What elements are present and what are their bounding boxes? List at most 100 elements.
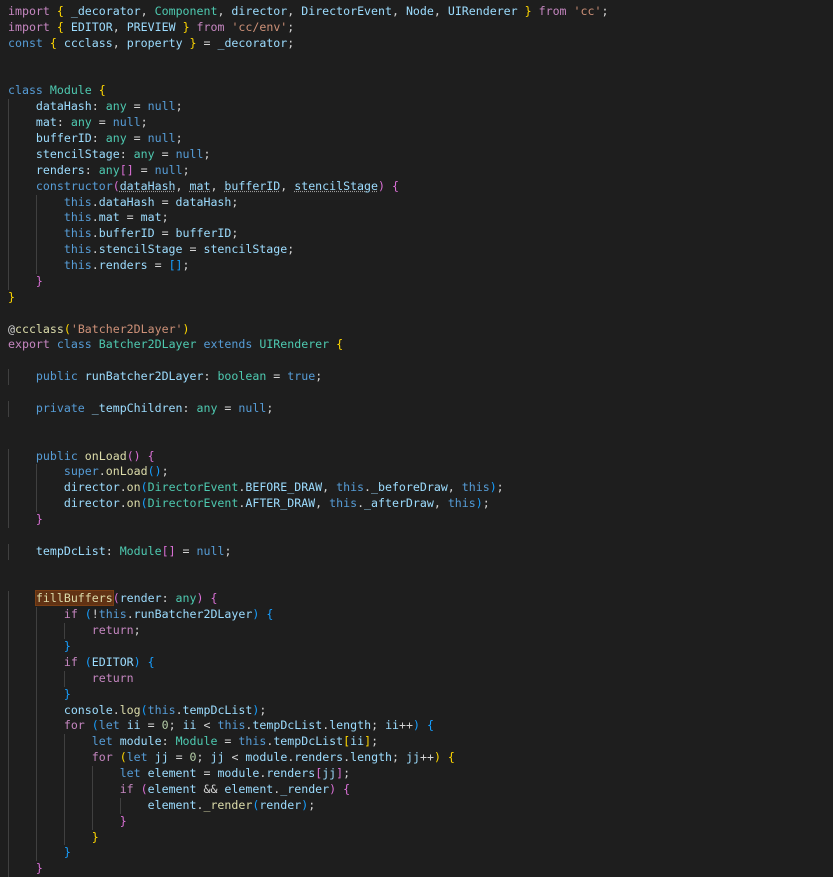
- code-line[interactable]: import { _decorator, Component, director…: [0, 4, 833, 20]
- code-line[interactable]: if (EDITOR) {: [0, 654, 833, 671]
- indent-guide: [8, 797, 9, 814]
- code-token: on: [126, 480, 141, 495]
- indent-guide: [8, 115, 9, 131]
- code-line[interactable]: super.onLoad();: [0, 464, 833, 481]
- code-line[interactable]: return: [0, 670, 833, 687]
- code-token: }: [119, 813, 127, 828]
- code-token: jj: [322, 766, 337, 780]
- code-line[interactable]: for (let ii = 0; ii < this.tempDcList.le…: [0, 718, 833, 735]
- code-token: tempDcList: [35, 543, 106, 558]
- code-token: =: [266, 369, 288, 384]
- indent-guide: [8, 131, 9, 147]
- code-line[interactable]: [0, 417, 833, 433]
- code-line[interactable]: this.renders = [];: [0, 258, 833, 274]
- code-line[interactable]: let module: Module = this.tempDcList[ii]…: [0, 734, 833, 751]
- code-line[interactable]: this.mat = mat;: [0, 210, 833, 227]
- code-line[interactable]: }: [0, 686, 833, 703]
- code-line[interactable]: tempDcList: Module[] = null;: [0, 543, 833, 560]
- code-token: class: [56, 337, 92, 352]
- code-line[interactable]: [0, 68, 833, 84]
- code-line[interactable]: director.on(DirectorEvent.AFTER_DRAW, th…: [0, 496, 833, 512]
- code-line[interactable]: if (element && element._render) {: [0, 781, 833, 798]
- code-line[interactable]: [0, 385, 833, 401]
- code-token: property: [126, 35, 183, 50]
- code-token: :: [203, 369, 218, 384]
- code-line[interactable]: director.on(DirectorEvent.BEFORE_DRAW, t…: [0, 480, 833, 497]
- code-line[interactable]: import { EDITOR, PREVIEW } from 'cc/env'…: [0, 20, 833, 36]
- code-line[interactable]: public onLoad() {: [0, 448, 833, 465]
- code-line[interactable]: constructor(dataHash, mat, bufferID, ste…: [0, 178, 833, 195]
- code-token: this: [217, 718, 246, 733]
- code-token: bufferID: [175, 226, 232, 241]
- code-line[interactable]: return;: [0, 623, 833, 639]
- code-line[interactable]: [0, 52, 833, 68]
- indent-guide: [35, 242, 37, 258]
- code-line[interactable]: @ccclass('Batcher2DLayer'): [0, 322, 833, 338]
- code-line[interactable]: [0, 560, 833, 576]
- code-token: }: [63, 686, 71, 701]
- code-line[interactable]: for (let jj = 0; jj < module.renders.len…: [0, 750, 833, 766]
- code-line[interactable]: }: [0, 861, 833, 877]
- code-token: tempDcList: [252, 718, 323, 733]
- code-token: let: [91, 734, 113, 749]
- code-line[interactable]: renders: any[] = null;: [0, 162, 833, 179]
- code-line[interactable]: public runBatcher2DLayer: boolean = true…: [0, 369, 833, 385]
- code-line[interactable]: this.bufferID = bufferID;: [0, 226, 833, 243]
- code-line[interactable]: private _tempChildren: any = null;: [0, 400, 833, 417]
- code-line[interactable]: }: [0, 290, 833, 306]
- code-line[interactable]: let element = module.renders[jj];: [0, 766, 833, 782]
- code-token: let: [98, 718, 120, 733]
- code-line[interactable]: dataHash: any = null;: [0, 99, 833, 116]
- indent-guide: [35, 480, 37, 497]
- indent-guide: [8, 496, 9, 512]
- code-line[interactable]: }: [0, 829, 833, 846]
- code-line[interactable]: [0, 306, 833, 322]
- code-line[interactable]: [0, 353, 833, 369]
- code-token: DirectorEvent: [147, 480, 239, 495]
- code-token: stencilStage: [35, 146, 120, 161]
- code-token: =: [154, 146, 176, 161]
- code-token: ,: [280, 178, 295, 193]
- code-editor[interactable]: import { _decorator, Component, director…: [0, 0, 833, 877]
- code-line[interactable]: [0, 528, 833, 544]
- code-token: <: [196, 718, 218, 733]
- code-line[interactable]: export class Batcher2DLayer extends UIRe…: [0, 337, 833, 353]
- code-line[interactable]: fillBuffers(render: any) {: [0, 590, 833, 608]
- code-line[interactable]: }: [0, 845, 833, 862]
- indent-guide: [35, 226, 37, 243]
- code-line[interactable]: [0, 576, 833, 592]
- indent-guide: [119, 797, 121, 814]
- code-token: this: [63, 258, 92, 272]
- code-line[interactable]: mat: any = null;: [0, 115, 833, 131]
- code-line[interactable]: class Module {: [0, 83, 833, 99]
- code-token: :: [161, 734, 176, 749]
- code-token: }: [35, 512, 43, 526]
- code-line[interactable]: [0, 433, 833, 449]
- code-line[interactable]: }: [0, 512, 833, 528]
- code-token: ): [182, 321, 190, 336]
- code-line[interactable]: console.log(this.tempDcList);: [0, 702, 833, 719]
- code-line[interactable]: stencilStage: any = null;: [0, 146, 833, 163]
- code-line[interactable]: }: [0, 813, 833, 830]
- code-token: mat: [98, 210, 120, 225]
- code-line[interactable]: }: [0, 273, 833, 290]
- code-line[interactable]: const { ccclass, property } = _decorator…: [0, 36, 833, 52]
- code-token: if: [63, 654, 78, 669]
- indent-guide: [35, 718, 37, 735]
- indent-guide: [35, 194, 37, 211]
- code-line[interactable]: element._render(render);: [0, 797, 833, 814]
- code-line[interactable]: this.stencilStage = stencilStage;: [0, 242, 833, 258]
- code-line[interactable]: }: [0, 639, 833, 655]
- code-line[interactable]: this.dataHash = dataHash;: [0, 194, 833, 211]
- code-token: this: [447, 496, 476, 511]
- code-token: log: [119, 702, 141, 717]
- code-line[interactable]: bufferID: any = null;: [0, 131, 833, 147]
- code-token: =: [154, 194, 176, 209]
- code-line[interactable]: if (!this.runBatcher2DLayer) {: [0, 607, 833, 624]
